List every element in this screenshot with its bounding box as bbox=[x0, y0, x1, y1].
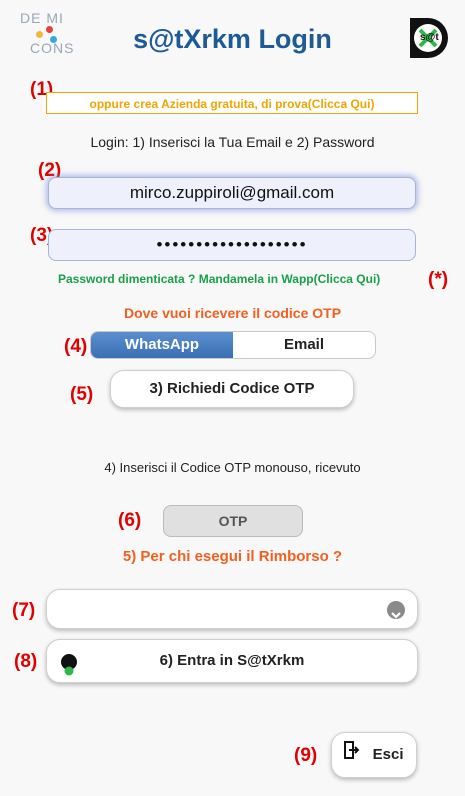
email-option[interactable]: Email bbox=[233, 332, 375, 358]
login-instructions: Login: 1) Inserisci la Tua Email e 2) Pa… bbox=[90, 134, 375, 150]
chevron-down-icon bbox=[387, 601, 405, 619]
reimbursement-select[interactable] bbox=[46, 589, 418, 629]
marker-star: (*) bbox=[428, 269, 449, 290]
otp-input[interactable]: OTP bbox=[163, 505, 303, 537]
create-company-link[interactable]: oppure crea Azienda gratuita, di prova(C… bbox=[46, 92, 418, 114]
reimbursement-label: 5) Per chi esegui il Rimborso ? bbox=[122, 548, 343, 565]
exit-button[interactable]: Esci bbox=[331, 732, 417, 778]
satxrkm-logo: s@t bbox=[400, 10, 456, 66]
marker-8: (8) bbox=[14, 651, 38, 672]
email-field[interactable]: mirco.zuppiroli@gmail.com bbox=[48, 177, 416, 209]
enter-button-label: 6) Entra in S@tXrkm bbox=[159, 652, 305, 669]
marker-7: (7) bbox=[12, 600, 36, 621]
otp-step-label: 4) Inserisci il Codice OTP monouso, rice… bbox=[104, 460, 361, 475]
otp-channel-toggle: WhatsApp Email bbox=[90, 331, 376, 359]
marker-5: (5) bbox=[70, 384, 94, 405]
whatsapp-option[interactable]: WhatsApp bbox=[91, 332, 233, 358]
exit-icon bbox=[344, 733, 360, 777]
otp-destination-label: Dove vuoi ricevere il codice OTP bbox=[123, 305, 342, 321]
whatsapp-icon bbox=[61, 654, 77, 676]
logo-inner-text: s@t bbox=[420, 32, 439, 43]
request-otp-button[interactable]: 3) Richiedi Codice OTP bbox=[110, 370, 354, 408]
marker-6: (6) bbox=[118, 510, 142, 531]
enter-button[interactable]: 6) Entra in S@tXrkm bbox=[46, 639, 418, 683]
marker-4: (4) bbox=[64, 336, 88, 357]
marker-9: (9) bbox=[294, 745, 318, 766]
password-field[interactable]: ••••••••••••••••••• bbox=[48, 229, 416, 261]
page-title: s@tXrkm Login bbox=[133, 24, 332, 54]
exit-button-label: Esci bbox=[372, 746, 404, 763]
forgot-password-link[interactable]: Password dimenticata ? Mandamela in Wapp… bbox=[58, 272, 380, 286]
